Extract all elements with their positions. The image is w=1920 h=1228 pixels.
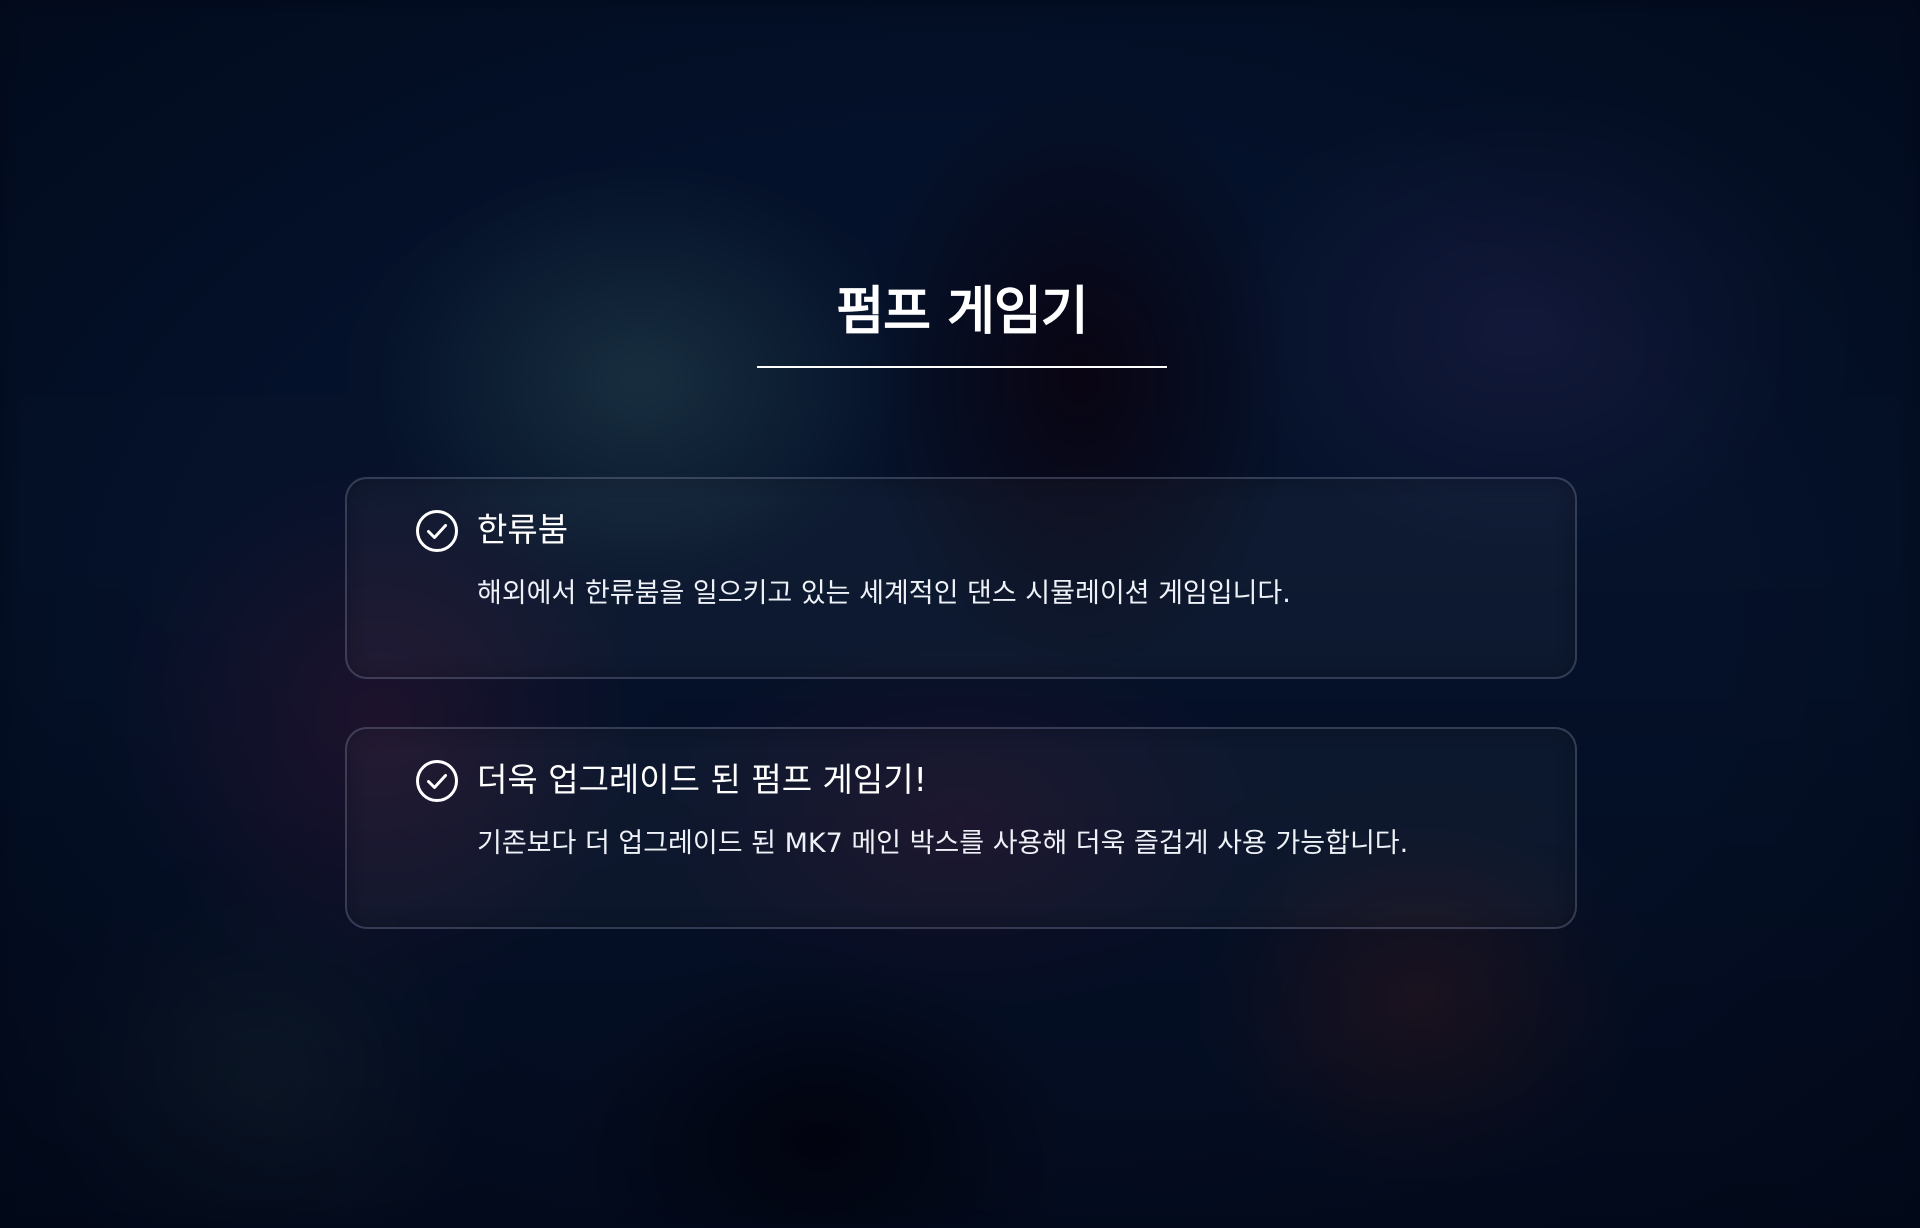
feature-description: 기존보다 더 업그레이드 된 MK7 메인 박스를 사용해 더욱 즐겁게 사용 … <box>477 828 1409 859</box>
feature-description: 해외에서 한류붐을 일으키고 있는 세계적인 댄스 시뮬레이션 게임입니다. <box>477 578 1291 609</box>
feature-card-upgrade: 더욱 업그레이드 된 펌프 게임기! 기존보다 더 업그레이드 된 MK7 메인… <box>345 727 1577 929</box>
feature-title: 한류붐 <box>477 510 569 549</box>
title-section: 펌프 게임기 <box>757 282 1167 368</box>
page: 펌프 게임기 한류붐 해외에서 한류붐을 일으키고 있는 세계적인 댄스 시뮬레… <box>0 0 1920 1228</box>
page-title: 펌프 게임기 <box>757 282 1167 368</box>
feature-card-korean-wave: 한류붐 해외에서 한류붐을 일으키고 있는 세계적인 댄스 시뮬레이션 게임입니… <box>345 477 1577 679</box>
feature-title: 더욱 업그레이드 된 펌프 게임기! <box>477 760 927 799</box>
check-circle-icon <box>416 760 458 802</box>
check-circle-icon <box>416 510 458 552</box>
content: 펌프 게임기 한류붐 해외에서 한류붐을 일으키고 있는 세계적인 댄스 시뮬레… <box>0 0 1920 1228</box>
